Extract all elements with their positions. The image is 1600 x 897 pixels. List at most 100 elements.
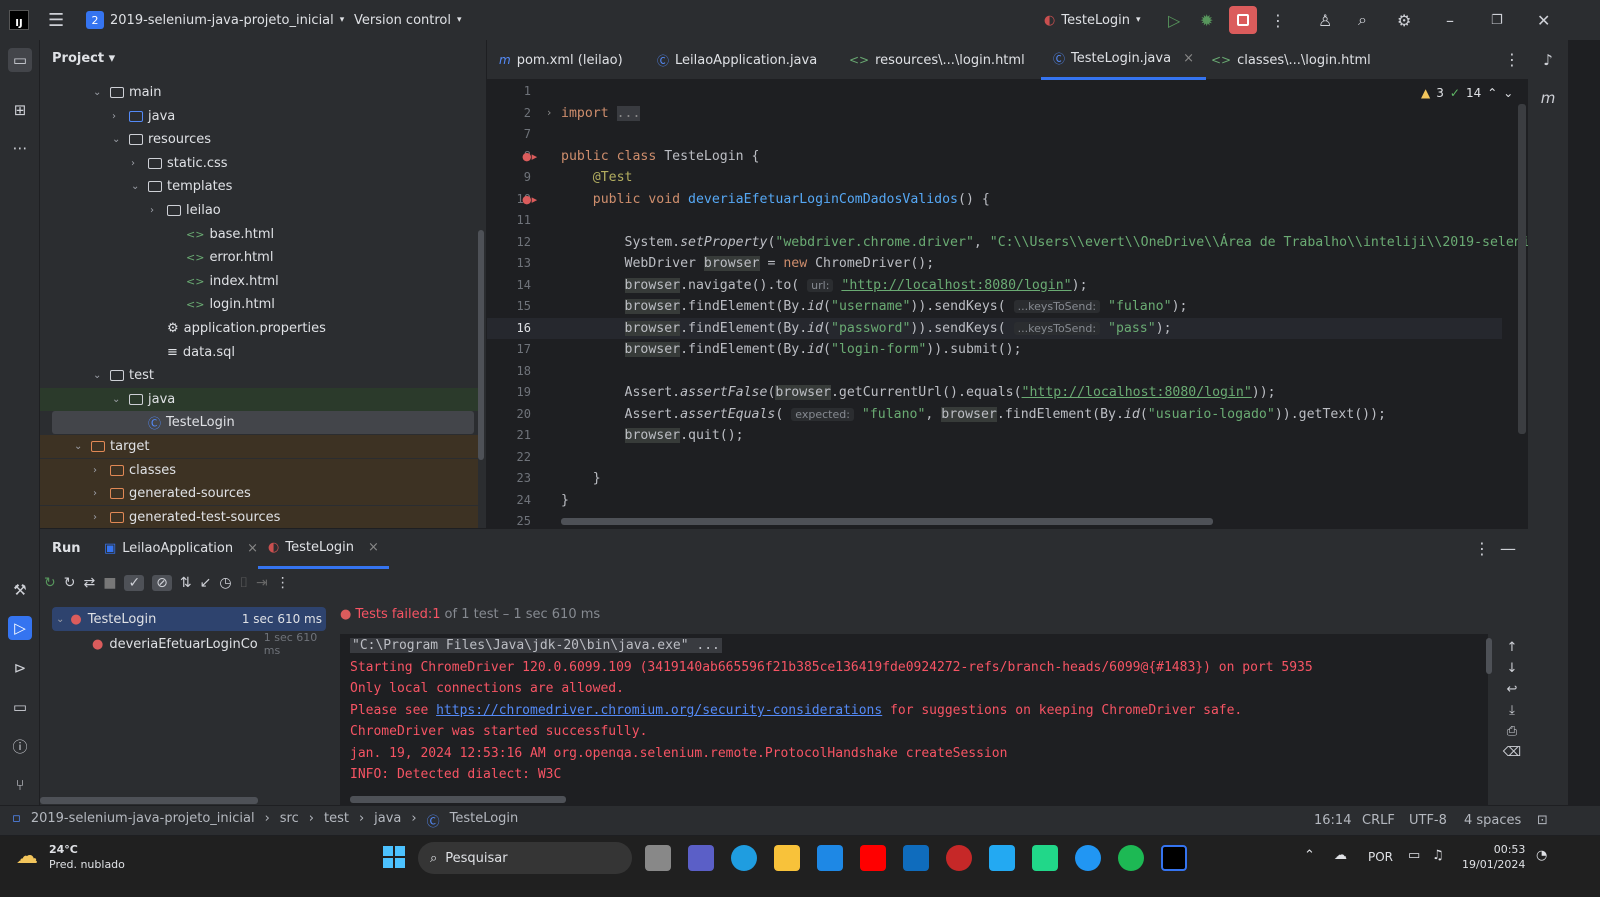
tree-item[interactable]: › classes: [40, 458, 478, 482]
tree-item[interactable]: ⌄ templates: [131, 175, 232, 198]
more-icon[interactable]: ⋮: [1270, 0, 1286, 40]
tree-item[interactable]: › leilao: [150, 199, 221, 222]
debug-icon[interactable]: ✹: [1200, 0, 1213, 40]
run-test-gutter-icon[interactable]: ●▸: [522, 150, 537, 163]
show-ignored-icon[interactable]: ⊘: [152, 575, 172, 591]
pycharm-icon[interactable]: [1032, 845, 1058, 871]
test-tree-item[interactable]: ● deveriaEfetuarLoginCo 1 sec 610 ms: [92, 631, 326, 657]
chevron-up-icon[interactable]: ⌃: [1304, 848, 1315, 863]
chevron-right-icon[interactable]: ›: [112, 111, 124, 122]
minimize-icon[interactable]: –: [1446, 0, 1454, 40]
arrow-up-icon[interactable]: ↑: [1500, 640, 1524, 655]
stop-button[interactable]: [1229, 0, 1257, 40]
breadcrumb-item[interactable]: 2019-selenium-java-projeto_inicial: [31, 811, 255, 830]
run-tab-testelogin[interactable]: ◐ TesteLogin ×: [258, 529, 389, 569]
breadcrumb-item[interactable]: java: [374, 811, 401, 830]
run-more-icon[interactable]: ⋮: [1474, 539, 1490, 558]
chevron-down-icon[interactable]: ⌄: [112, 394, 124, 405]
tree-item[interactable]: ⌄ target: [40, 435, 478, 458]
chevron-down-icon[interactable]: ⌄: [131, 181, 143, 192]
tree-item[interactable]: › generated-test-sources: [40, 505, 478, 529]
project-tool-icon[interactable]: ▭: [8, 48, 32, 72]
toggle-auto-test-icon[interactable]: ⇄: [83, 575, 95, 591]
scroll-to-end-icon[interactable]: ⤓: [1500, 703, 1524, 718]
console-link[interactable]: https://chromedriver.chromium.org/securi…: [436, 703, 882, 718]
fold-icon[interactable]: ›: [547, 106, 551, 119]
services-tool-icon[interactable]: ⊳: [8, 656, 32, 680]
spotify-icon[interactable]: [1118, 845, 1144, 871]
youtube-icon[interactable]: [860, 845, 886, 871]
file-encoding[interactable]: UTF-8: [1409, 813, 1447, 828]
export-icon[interactable]: ⇥: [256, 575, 268, 591]
vcs-selector[interactable]: Version control ▾: [354, 0, 462, 40]
run-config-selector[interactable]: ◐ TesteLogin ▾: [1044, 0, 1141, 40]
run-tab-leilao[interactable]: ▣ LeilaoApplication ×: [104, 541, 258, 556]
app-store-icon[interactable]: [1075, 845, 1101, 871]
project-selector[interactable]: 2 2019-selenium-java-projeto_inicial ▾: [86, 0, 344, 40]
history-icon[interactable]: ◷: [219, 575, 231, 591]
store-icon[interactable]: [817, 845, 843, 871]
breadcrumb-item[interactable]: src: [280, 811, 299, 830]
collapse-icon[interactable]: ↙: [200, 575, 212, 591]
outlook-icon[interactable]: [903, 845, 929, 871]
terminal-tool-icon[interactable]: ▭: [8, 695, 32, 719]
editor-hscrollbar[interactable]: [561, 518, 1213, 525]
edge-icon[interactable]: [731, 845, 757, 871]
run-test-gutter-icon[interactable]: ●▸: [522, 193, 537, 206]
more-tools-icon[interactable]: ⋯: [8, 136, 32, 160]
editor-tab[interactable]: <> resources\...\login.html: [849, 40, 1025, 80]
problems-tool-icon[interactable]: ⓘ: [8, 734, 32, 758]
add-user-icon[interactable]: ♙: [1318, 0, 1332, 40]
tree-item[interactable]: ≡ data.sql: [150, 341, 235, 364]
vscode-icon[interactable]: [989, 845, 1015, 871]
tree-item[interactable]: ⌄ java: [40, 387, 478, 411]
hide-panel-icon[interactable]: —: [1500, 539, 1516, 558]
line-separator[interactable]: CRLF: [1362, 813, 1395, 828]
maven-icon[interactable]: m: [1536, 86, 1560, 110]
test-tree-root[interactable]: ⌄ ● TesteLogin 1 sec 610 ms: [52, 607, 326, 631]
inspection-widget[interactable]: ▲ 3 ✓ 14 ⌃ ⌄: [1421, 86, 1513, 100]
indent-setting[interactable]: 4 spaces: [1464, 813, 1521, 828]
volume-icon[interactable]: ♫: [1432, 848, 1444, 863]
console-vscrollbar[interactable]: [1486, 638, 1492, 674]
git-tool-icon[interactable]: ⑂: [8, 773, 32, 797]
chevron-right-icon[interactable]: ›: [150, 205, 162, 216]
rerun-failed-icon[interactable]: ↻: [64, 575, 76, 591]
restore-icon[interactable]: ❐: [1491, 0, 1503, 40]
main-menu-icon[interactable]: ☰: [48, 0, 64, 40]
structure-tool-icon[interactable]: ⊞: [8, 98, 32, 122]
arrow-down-icon[interactable]: ↓: [1500, 661, 1524, 676]
soft-wrap-icon[interactable]: ↩: [1500, 682, 1524, 697]
editor-tab[interactable]: m pom.xml (leilao): [499, 40, 623, 80]
tree-item[interactable]: ⌄ resources: [112, 128, 211, 151]
more-icon[interactable]: ⋮: [276, 575, 290, 591]
tree-item[interactable]: <> base.html: [169, 223, 274, 246]
stop-icon[interactable]: ■: [103, 575, 116, 591]
teams-icon[interactable]: [688, 845, 714, 871]
clock[interactable]: 00:53 19/01/2024: [1462, 842, 1525, 872]
tree-item[interactable]: ⌄ main: [93, 81, 161, 104]
rerun-icon[interactable]: ↻: [44, 575, 56, 591]
taskbar-search[interactable]: ⌕ Pesquisar: [418, 842, 632, 874]
network-icon[interactable]: ☁: [1334, 848, 1347, 863]
editor-vscrollbar[interactable]: [1518, 104, 1526, 434]
chevron-right-icon[interactable]: ›: [93, 488, 105, 499]
editor-tab[interactable]: Ⓒ TesteLogin.java ×: [1041, 40, 1206, 80]
search-icon[interactable]: ⌕: [1358, 0, 1367, 40]
close-tab-icon[interactable]: ×: [368, 540, 379, 555]
tree-item[interactable]: <> error.html: [169, 246, 273, 269]
close-icon[interactable]: ✕: [1537, 0, 1550, 40]
breadcrumb-item[interactable]: TesteLogin: [450, 811, 519, 830]
tree-item[interactable]: <> login.html: [169, 293, 275, 316]
chevron-down-icon[interactable]: ⌄: [74, 441, 86, 452]
file-explorer-icon[interactable]: [774, 845, 800, 871]
tree-item[interactable]: › generated-sources: [40, 482, 478, 506]
caret-position[interactable]: 16:14: [1314, 813, 1351, 828]
app-icon[interactable]: [946, 845, 972, 871]
build-tool-icon[interactable]: ⚒: [8, 578, 32, 602]
close-tab-icon[interactable]: ×: [247, 541, 258, 556]
start-button[interactable]: [383, 846, 405, 868]
weather-widget[interactable]: 24°C Pred. nublado: [49, 842, 125, 872]
intellij-icon[interactable]: [1161, 845, 1187, 871]
project-scrollbar[interactable]: [478, 230, 484, 460]
